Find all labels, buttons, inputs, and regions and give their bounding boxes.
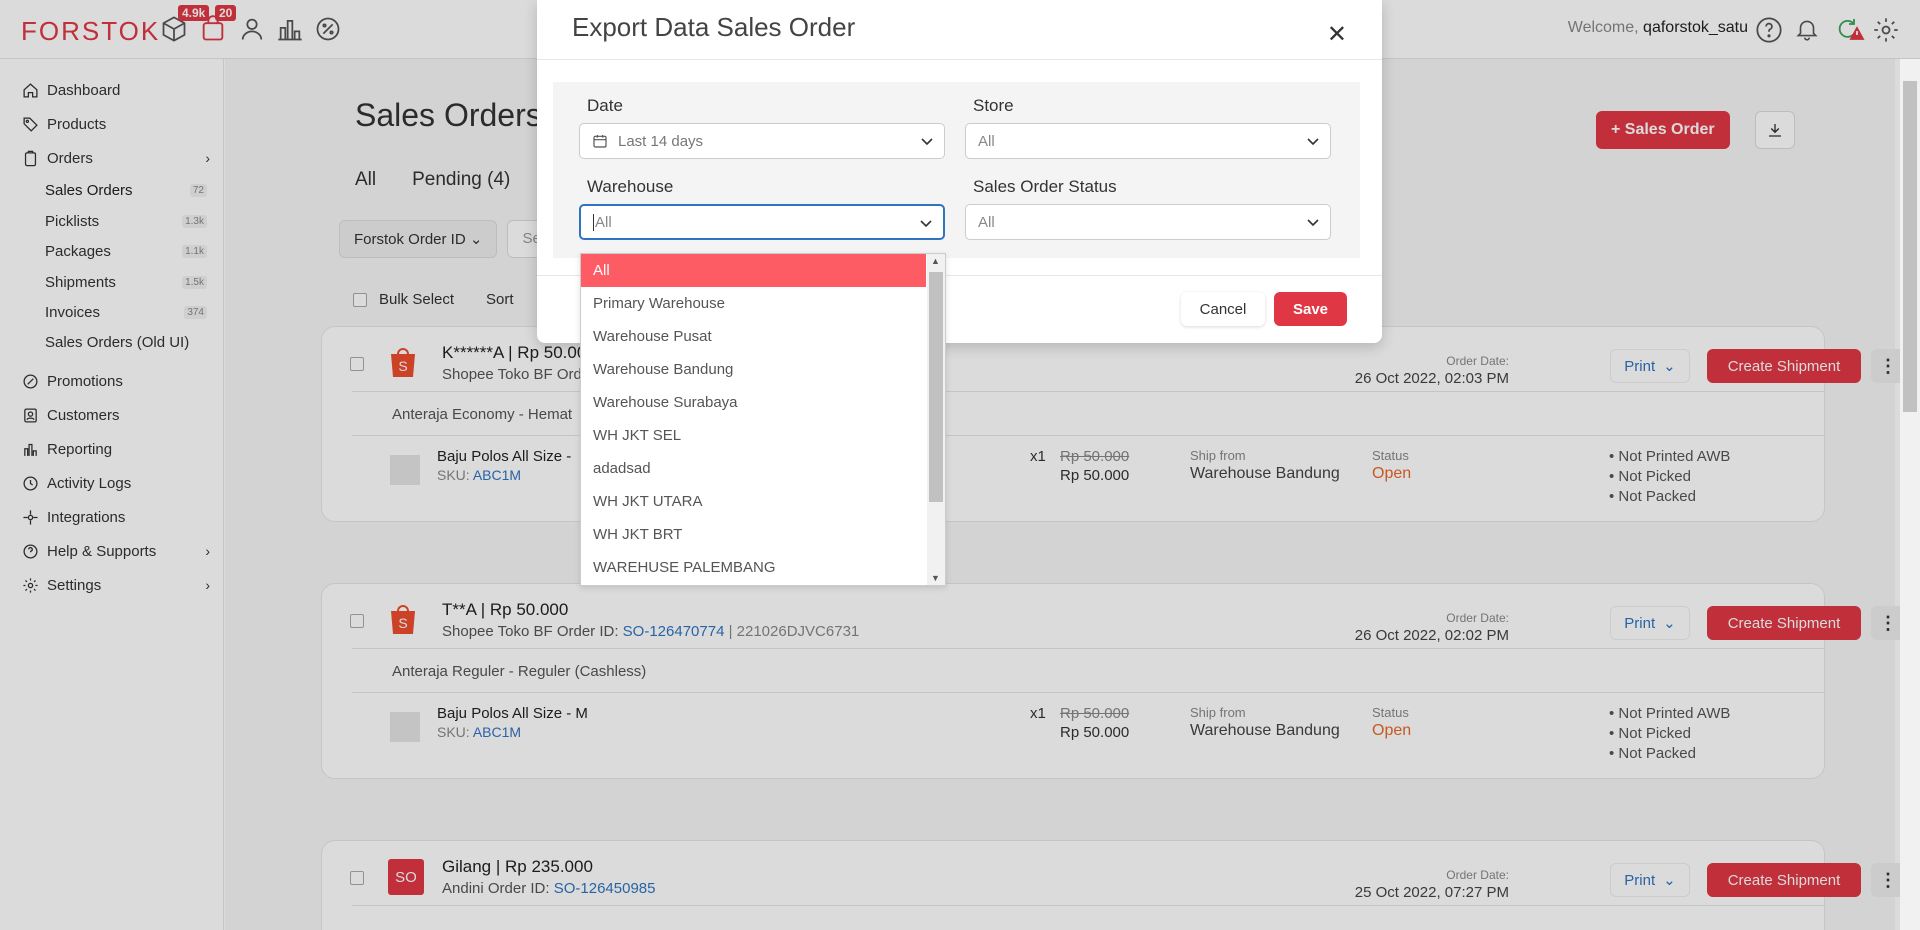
warehouse-option[interactable]: All	[581, 254, 926, 287]
warehouse-option[interactable]: Warehouse Bandung	[581, 353, 926, 386]
modal-title: Export Data Sales Order	[572, 12, 856, 42]
date-label: Date	[587, 96, 623, 115]
date-select[interactable]: Last 14 days	[579, 123, 945, 159]
dropdown-scrollbar[interactable]: ▲ ▼	[927, 254, 945, 585]
store-label: Store	[973, 96, 1014, 115]
warehouse-option[interactable]: adadsad	[581, 452, 926, 485]
warehouse-option[interactable]: Warehouse Pusat	[581, 320, 926, 353]
chevron-down-icon	[1307, 219, 1319, 227]
save-button[interactable]: Save	[1274, 292, 1347, 326]
scroll-down-icon[interactable]: ▼	[931, 573, 940, 583]
warehouse-option[interactable]: Warehouse Surabaya	[581, 386, 926, 419]
scroll-up-icon[interactable]: ▲	[931, 256, 940, 266]
sales-order-status-label: Sales Order Status	[973, 177, 1117, 196]
warehouse-option[interactable]: WAREHUSE PALEMBANG	[581, 551, 926, 584]
warehouse-option[interactable]: WH JKT UTARA	[581, 485, 926, 518]
store-select[interactable]: All	[965, 123, 1331, 159]
cancel-button[interactable]: Cancel	[1181, 292, 1265, 326]
sales-order-status-select[interactable]: All	[965, 204, 1331, 240]
close-icon[interactable]: ✕	[1327, 20, 1347, 49]
calendar-icon	[593, 135, 607, 148]
chevron-down-icon	[1307, 138, 1319, 146]
dropdown-scrollbar-thumb[interactable]	[929, 272, 943, 502]
page-scrollbar-thumb[interactable]	[1903, 81, 1917, 412]
chevron-down-icon	[921, 138, 933, 146]
warehouse-select[interactable]: All	[579, 204, 945, 240]
warehouse-option[interactable]: WH JKT BRT	[581, 518, 926, 551]
divider	[537, 59, 1382, 60]
warehouse-option[interactable]: WH JKT SEL	[581, 419, 926, 452]
chevron-down-icon	[920, 220, 932, 228]
warehouse-label: Warehouse	[587, 177, 674, 196]
modal-form: Date Last 14 days Store All Warehouse Al…	[553, 82, 1360, 258]
warehouse-option[interactable]: Primary Warehouse	[581, 287, 926, 320]
warehouse-dropdown-list: All Primary Warehouse Warehouse Pusat Wa…	[580, 253, 946, 586]
page-scrollbar[interactable]	[1900, 59, 1920, 930]
